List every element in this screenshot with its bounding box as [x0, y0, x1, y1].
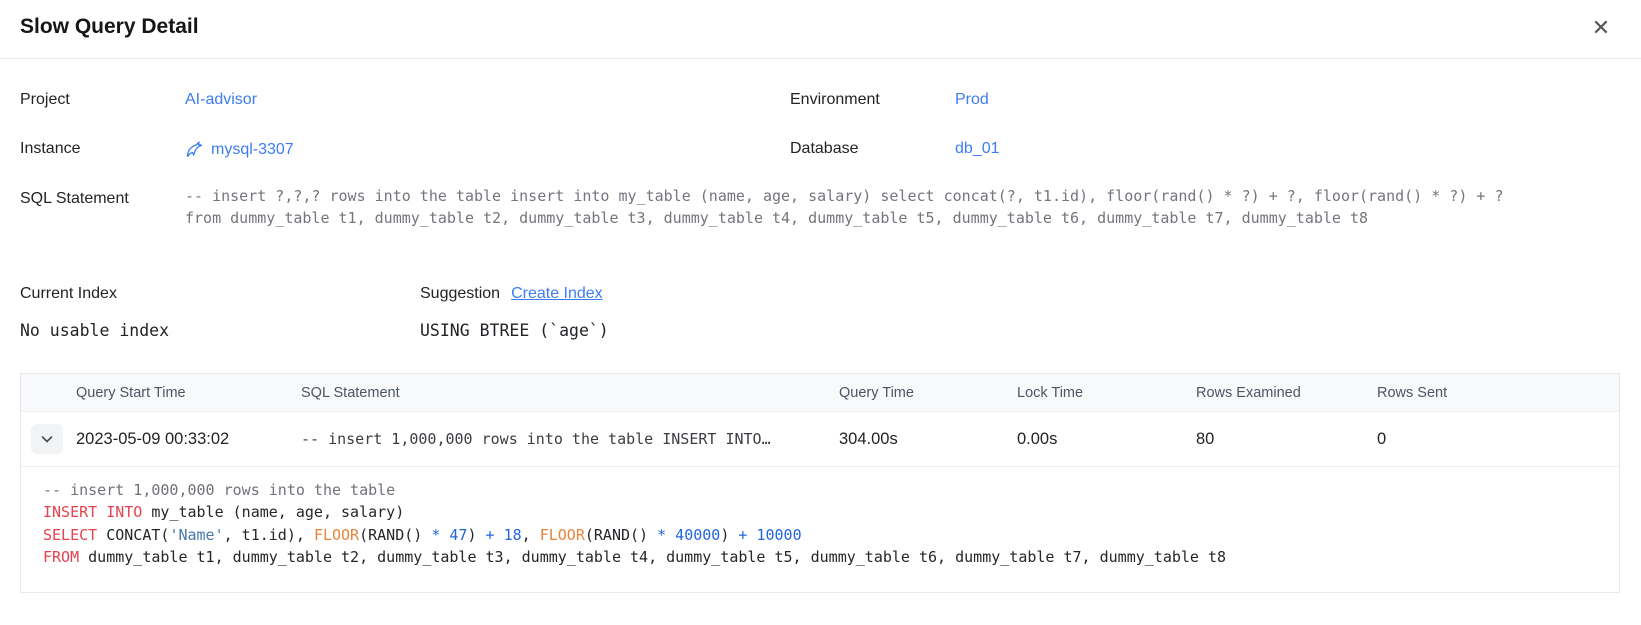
table-header-row: Query Start Time SQL Statement Query Tim… — [21, 374, 1619, 412]
close-icon: ✕ — [1592, 15, 1610, 40]
instance-link[interactable]: mysql-3307 — [211, 141, 294, 159]
cell-query-time: 304.00s — [839, 430, 1017, 449]
cell-rows-sent: 0 — [1377, 430, 1618, 449]
table-row: 2023-05-09 00:33:02 -- insert 1,000,000 … — [21, 412, 1619, 467]
project-link[interactable]: AI-advisor — [185, 91, 257, 109]
sql-statement-label: SQL Statement — [20, 190, 129, 208]
environment-label: Environment — [790, 91, 880, 109]
current-index-value: No usable index — [20, 321, 169, 340]
environment-link[interactable]: Prod — [955, 91, 989, 109]
cell-rows-examined: 80 — [1196, 430, 1377, 449]
cell-sql-statement: -- insert 1,000,000 rows into the table … — [301, 430, 839, 448]
expanded-sql-block: -- insert 1,000,000 rows into the tableI… — [21, 467, 1619, 569]
current-index-label: Current Index — [20, 285, 117, 303]
suggestion-row: Suggestion Create Index — [420, 285, 603, 303]
suggestion-value: USING BTREE (`age`) — [420, 321, 609, 340]
expand-row-button[interactable] — [31, 424, 63, 454]
create-index-link[interactable]: Create Index — [511, 285, 603, 303]
cell-lock-time: 0.00s — [1017, 430, 1196, 449]
column-header-rows-sent: Rows Sent — [1377, 385, 1618, 401]
column-header-query-start-time: Query Start Time — [76, 385, 301, 401]
cell-query-start-time: 2023-05-09 00:33:02 — [76, 430, 301, 449]
column-header-rows-examined: Rows Examined — [1196, 385, 1377, 401]
header-divider — [0, 58, 1641, 59]
database-link[interactable]: db_01 — [955, 140, 1000, 158]
column-header-lock-time: Lock Time — [1017, 385, 1196, 401]
column-header-query-time: Query Time — [839, 385, 1017, 401]
sql-statement-text: -- insert ?,?,? rows into the table inse… — [185, 186, 1535, 229]
close-button[interactable]: ✕ — [1585, 12, 1617, 44]
instance-field: mysql-3307 — [185, 140, 294, 159]
instance-label: Instance — [20, 140, 80, 158]
database-label: Database — [790, 140, 859, 158]
column-header-sql-statement: SQL Statement — [301, 385, 839, 401]
project-label: Project — [20, 91, 70, 109]
mysql-dolphin-icon — [185, 140, 204, 159]
page-title: Slow Query Detail — [20, 15, 199, 39]
slow-query-table: Query Start Time SQL Statement Query Tim… — [20, 373, 1620, 593]
chevron-down-icon — [40, 432, 54, 446]
suggestion-label: Suggestion — [420, 285, 500, 303]
